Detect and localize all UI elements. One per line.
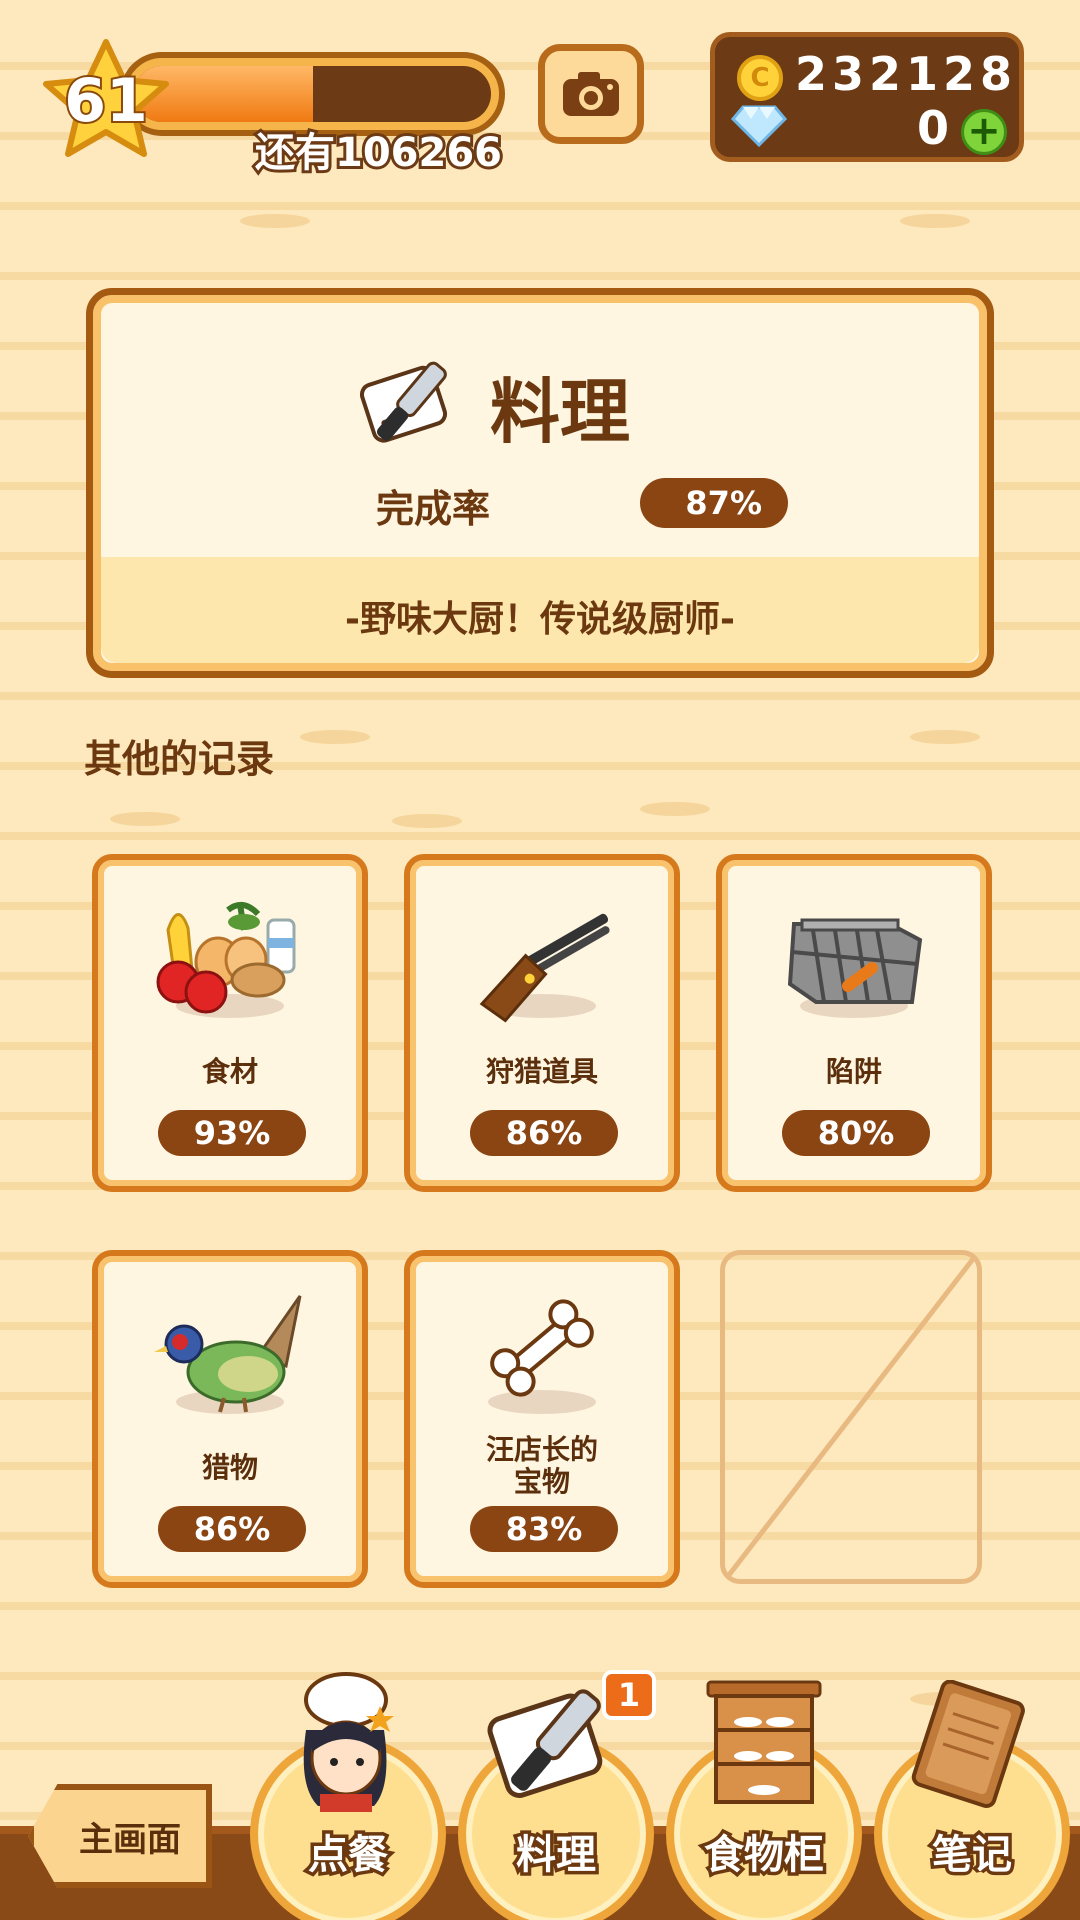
level-number: 61 [62, 64, 150, 138]
cook-notification-badge: 1 [602, 1670, 656, 1720]
other-records-heading: 其他的记录 [84, 737, 275, 781]
record-value: 93% [158, 1110, 306, 1156]
record-label: 汪店长的 宝物 [485, 1433, 598, 1498]
home-button[interactable]: 主画面 [28, 1784, 212, 1888]
cupboard-icon [706, 1680, 822, 1804]
completion-label: 完成率 [376, 487, 491, 531]
chef-girl-icon [303, 1672, 394, 1812]
ingredients-icon [156, 901, 296, 1014]
record-label: 猎物 [201, 1451, 258, 1484]
background-dot [640, 802, 710, 816]
diamond-icon [731, 105, 787, 147]
record-card-manager-treasures[interactable]: 汪店长的 宝物 83% [404, 1250, 680, 1588]
notebook-icon [911, 1680, 1025, 1808]
main-record-title: 料理 [490, 371, 630, 453]
add-gems-button[interactable]: + [961, 109, 1007, 155]
record-label: 食材 [201, 1055, 258, 1088]
record-label: 狩猎道具 [485, 1055, 598, 1088]
completion-value: 87% [640, 478, 788, 528]
background-dot [392, 814, 462, 828]
nav-order-label: 点餐 [305, 1829, 392, 1882]
rank-title: -野味大厨！传说级厨师- [345, 599, 735, 640]
record-card-prey[interactable]: 猎物 86% [92, 1250, 368, 1588]
background-dot [300, 730, 370, 744]
rifle-icon [479, 913, 610, 1023]
bone-icon [490, 1299, 594, 1397]
coin-icon: C [737, 55, 783, 101]
cutting-board-knife-icon [359, 361, 448, 443]
background-dot [900, 214, 970, 228]
knife-board-icon [487, 1689, 603, 1799]
cage-trap-icon [787, 918, 923, 1004]
nav-notes-label: 笔记 [929, 1829, 1016, 1882]
nav-pantry-label: 食物柜 [701, 1829, 828, 1882]
record-value: 83% [470, 1506, 618, 1552]
gem-amount: 0 [916, 101, 949, 155]
background-dot [240, 214, 310, 228]
record-value: 86% [470, 1110, 618, 1156]
level-star-badge: 61 [40, 36, 172, 160]
record-label: 陷阱 [825, 1055, 882, 1088]
empty-record-slot [720, 1250, 982, 1584]
coin-amount: 232128 [795, 47, 1018, 101]
camera-icon [563, 72, 619, 116]
nav-cook-label: 料理 [513, 1829, 600, 1882]
record-card-hunting-tools[interactable]: 狩猎道具 86% [404, 854, 680, 1192]
currency-panel: C 232128 0 + [710, 32, 1024, 162]
background-dot [110, 812, 180, 826]
pheasant-icon [154, 1295, 302, 1413]
screenshot-button[interactable] [538, 44, 644, 144]
record-card-ingredients[interactable]: 食材 93% [92, 854, 368, 1192]
record-value: 80% [782, 1110, 930, 1156]
record-card-traps[interactable]: 陷阱 80% [716, 854, 992, 1192]
background-dot [910, 730, 980, 744]
exp-remaining-text: 还有106266 [252, 127, 505, 179]
record-value: 86% [158, 1506, 306, 1552]
